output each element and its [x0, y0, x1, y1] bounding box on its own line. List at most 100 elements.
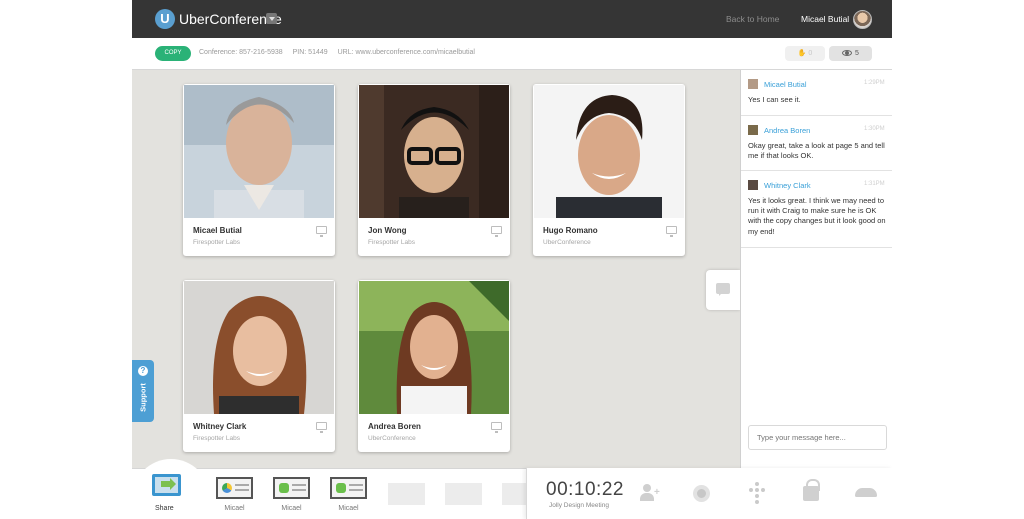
thumbnail-owner-label: Micael	[281, 505, 302, 512]
viewers-counter[interactable]: 5	[829, 46, 872, 61]
document-line	[349, 484, 363, 486]
chat-message-text: Yes I can see it.	[748, 95, 801, 104]
current-user-name[interactable]: Micael Butial	[801, 14, 849, 24]
chat-message: Micael Butial 1:29PM Yes I can see it.	[741, 70, 892, 116]
conference-details: Conference: 857-216-5938 PIN: 51449 URL:…	[199, 49, 483, 56]
screen-share-icon[interactable]	[316, 422, 327, 433]
chat-message: Whitney Clark 1:31PM Yes it looks great.…	[741, 171, 892, 248]
chat-message-text: Yes it looks great. I think we may need …	[748, 196, 886, 236]
raised-hands-count: 0	[808, 50, 813, 57]
dot	[761, 488, 765, 492]
participant-organization: Firespotter Labs	[193, 239, 240, 246]
hang-up-icon[interactable]	[855, 488, 877, 497]
empty-document-slot[interactable]	[388, 483, 425, 505]
dot	[755, 494, 759, 498]
chat-panel: Micael Butial 1:29PM Yes I can see it. A…	[740, 70, 892, 468]
brand-dropdown-caret-icon[interactable]	[266, 13, 277, 24]
hand-icon: ✋	[797, 50, 809, 57]
top-bar: U UberConference Back to Home Micael But…	[132, 0, 892, 38]
empty-document-slot[interactable]	[502, 483, 526, 505]
uberconference-logo-icon[interactable]: U	[155, 9, 175, 29]
participant-organization: UberConference	[543, 239, 591, 246]
evernote-icon	[336, 483, 346, 493]
lock-icon[interactable]	[803, 479, 820, 501]
screen-share-icon[interactable]	[666, 226, 677, 237]
chat-avatar	[748, 180, 758, 190]
screen-share-icon[interactable]	[316, 226, 327, 237]
participant-photo	[184, 281, 334, 414]
evernote-icon	[279, 483, 289, 493]
participant-photo	[184, 85, 334, 218]
dot	[755, 488, 759, 492]
chat-sender-name[interactable]: Andrea Boren	[764, 126, 810, 135]
chat-message: Andrea Boren 1:30PM Okay great, take a l…	[741, 116, 892, 171]
current-user-avatar[interactable]	[853, 10, 872, 29]
participant-card[interactable]: Whitney Clark Firespotter Labs	[183, 280, 335, 452]
chat-avatar	[748, 79, 758, 89]
chat-timestamp: 1:31PM	[864, 181, 885, 187]
call-controls: 00:10:22 Jolly Design Meeting +	[526, 468, 892, 519]
participant-card[interactable]: Andrea Boren UberConference	[358, 280, 510, 452]
google-drive-icon	[222, 483, 232, 493]
document-line	[292, 489, 306, 491]
plus-icon: +	[654, 487, 660, 498]
chat-avatar	[748, 125, 758, 135]
participant-name: Hugo Romano	[543, 226, 598, 235]
document-line	[235, 484, 249, 486]
conference-info-bar: COPY Conference: 857-216-5938 PIN: 51449…	[132, 38, 892, 70]
participant-photo	[359, 281, 509, 414]
chat-bubble-icon	[716, 283, 730, 296]
participant-name: Jon Wong	[368, 226, 407, 235]
participant-card[interactable]: Jon Wong Firespotter Labs	[358, 84, 510, 256]
thumbnail-owner-label: Micael	[338, 505, 359, 512]
shared-document-thumbnail[interactable]	[330, 477, 367, 499]
chat-sender-name[interactable]: Micael Butial	[764, 80, 807, 89]
raised-hands-counter[interactable]: ✋ 0	[785, 46, 825, 61]
eye-icon	[842, 50, 853, 57]
thumbnail-owner-label: Micael	[224, 505, 245, 512]
dot	[749, 488, 753, 492]
dot	[755, 500, 759, 504]
mute-all-icon[interactable]	[747, 482, 767, 504]
participant-card[interactable]: Micael Butial Firespotter Labs	[183, 84, 335, 256]
chat-message-text: Okay great, take a look at page 5 and te…	[748, 141, 885, 161]
support-label: Support	[138, 383, 148, 412]
help-icon: ?	[138, 366, 148, 376]
conference-number: Conference: 857-216-5938	[199, 49, 283, 56]
chat-sender-name[interactable]: Whitney Clark	[764, 181, 811, 190]
person-body	[640, 493, 654, 501]
support-tab[interactable]: ? Support	[132, 360, 154, 422]
meeting-name: Jolly Design Meeting	[549, 502, 609, 509]
chat-timestamp: 1:30PM	[864, 126, 885, 132]
participant-organization: Firespotter Labs	[193, 435, 240, 442]
chat-toggle-button[interactable]	[706, 270, 740, 310]
record-icon[interactable]	[693, 485, 710, 502]
shared-document-thumbnail[interactable]	[216, 477, 253, 499]
screen-share-icon[interactable]	[491, 226, 502, 237]
empty-document-slot[interactable]	[445, 483, 482, 505]
app-window: U UberConference Back to Home Micael But…	[132, 0, 892, 519]
copy-button[interactable]: COPY	[155, 46, 191, 61]
call-timer: 00:10:22	[546, 479, 624, 500]
chat-message-input[interactable]	[748, 425, 887, 450]
document-line	[235, 489, 249, 491]
participant-card[interactable]: Hugo Romano UberConference	[533, 84, 685, 256]
back-to-home-link[interactable]: Back to Home	[726, 14, 779, 24]
document-line	[349, 489, 363, 491]
participant-name: Micael Butial	[193, 226, 242, 235]
add-participant-icon[interactable]: +	[640, 484, 660, 502]
participant-organization: UberConference	[368, 435, 416, 442]
conference-url: URL: www.uberconference.com/micaelbutial	[337, 49, 475, 56]
participant-photo	[534, 85, 684, 218]
participant-name: Whitney Clark	[193, 422, 247, 431]
participant-organization: Firespotter Labs	[368, 239, 415, 246]
screen-share-icon[interactable]	[491, 422, 502, 433]
participant-name: Andrea Boren	[368, 422, 421, 431]
share-screen-icon[interactable]	[152, 474, 181, 496]
conference-pin: PIN: 51449	[292, 49, 328, 56]
dot	[755, 482, 759, 486]
shared-document-thumbnail[interactable]	[273, 477, 310, 499]
chat-timestamp: 1:29PM	[864, 80, 885, 86]
share-label[interactable]: Share	[155, 505, 174, 512]
person-head	[643, 484, 651, 492]
